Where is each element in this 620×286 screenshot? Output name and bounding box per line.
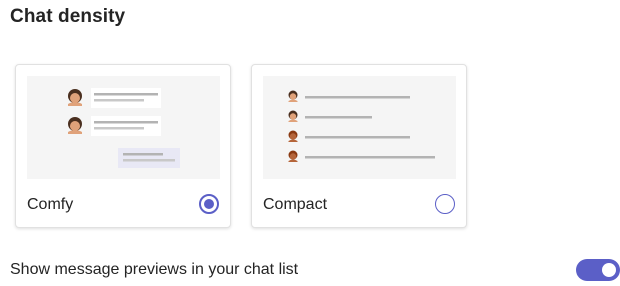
- message-previews-label: Show message previews in your chat list: [10, 261, 299, 278]
- message-bubble: [91, 88, 161, 108]
- message-previews-setting: Show message previews in your chat list: [10, 259, 620, 283]
- compact-density-illustration: [288, 90, 435, 162]
- density-option-compact[interactable]: Compact: [251, 64, 467, 228]
- avatar-icon: [68, 89, 82, 106]
- avatar-icon: [288, 130, 298, 142]
- comfy-radio-button[interactable]: [199, 194, 219, 214]
- toggle-knob: [602, 263, 616, 277]
- comfy-density-illustration: [68, 88, 180, 168]
- density-option-label: Compact: [263, 196, 328, 213]
- page-title: Chat density: [10, 6, 126, 27]
- comfy-preview: [27, 76, 220, 179]
- own-message-bubble: [118, 148, 180, 168]
- avatar-icon: [68, 117, 82, 134]
- compact-radio-button[interactable]: [435, 194, 455, 214]
- message-bubble: [91, 116, 161, 136]
- avatar-icon: [288, 90, 298, 102]
- compact-preview: [263, 76, 456, 179]
- density-option-comfy[interactable]: Comfy: [15, 64, 231, 228]
- message-previews-toggle[interactable]: [576, 259, 620, 281]
- avatar-icon: [288, 150, 298, 162]
- avatar-icon: [288, 110, 298, 122]
- density-option-label: Comfy: [27, 196, 74, 213]
